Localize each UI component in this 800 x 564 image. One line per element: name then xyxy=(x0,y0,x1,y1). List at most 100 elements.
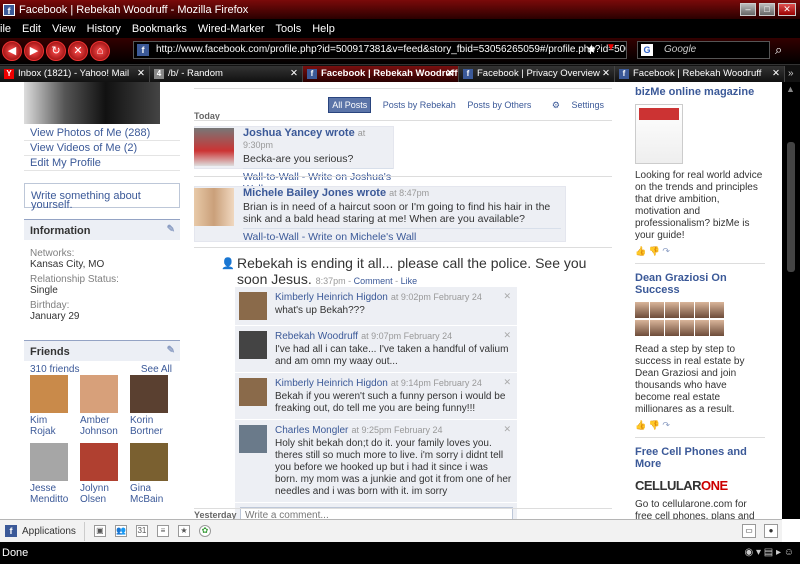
tab-close-icon[interactable]: ✕ xyxy=(290,66,298,82)
friend-last-name[interactable]: Johnson xyxy=(80,426,130,437)
menu-wired-marker[interactable]: Wired-Marker xyxy=(198,23,265,35)
ad-title[interactable]: Free Cell Phones and More xyxy=(635,446,765,470)
tab-facebook-profile-active[interactable]: f Facebook | Rebekah Woodruff ✕ xyxy=(303,66,459,82)
friend-photo[interactable] xyxy=(130,443,168,481)
friend-card[interactable]: Jolynn Olsen xyxy=(80,443,130,511)
tab-yahoo-mail[interactable]: Y Inbox (1821) - Yahoo! Mail ✕ xyxy=(0,66,150,82)
tab-close-icon[interactable]: ✕ xyxy=(772,66,780,82)
tab-facebook-profile-2[interactable]: f Facebook | Rebekah Woodruff ✕ xyxy=(615,66,785,82)
photos-icon[interactable]: ▣ xyxy=(93,525,106,537)
url-bar[interactable]: f http://www.facebook.com/profile.php?id… xyxy=(133,41,627,59)
reload-button[interactable]: ↻ xyxy=(46,41,66,61)
friend-photo[interactable] xyxy=(130,375,168,413)
menu-edit[interactable]: Edit xyxy=(22,23,41,35)
ad-image[interactable] xyxy=(635,104,683,164)
maximize-button[interactable]: □ xyxy=(759,3,775,16)
friend-first-name[interactable]: Gina xyxy=(130,483,180,494)
view-photos-link[interactable]: View Photos of Me (288) xyxy=(24,126,180,141)
networks-link[interactable]: Kansas City, MO xyxy=(30,259,174,270)
search-input[interactable]: G Google xyxy=(637,41,770,59)
filter-all-posts[interactable]: All Posts xyxy=(328,97,372,113)
scroll-up-icon[interactable]: ▲ xyxy=(786,84,795,94)
tab-scroll-icon[interactable]: » xyxy=(788,68,794,79)
friend-photo[interactable] xyxy=(30,375,68,413)
friend-first-name[interactable]: Jesse xyxy=(30,483,80,494)
ad-vote-icons[interactable]: 👍 👎 ↷ xyxy=(635,420,765,431)
star-app-icon[interactable]: ★ xyxy=(177,525,190,537)
menu-tools[interactable]: Tools xyxy=(276,23,302,35)
chat-online-icon[interactable]: ● xyxy=(764,524,778,538)
menu-help[interactable]: Help xyxy=(312,23,335,35)
delete-comment-icon[interactable]: ✕ xyxy=(503,330,511,341)
friend-photo[interactable] xyxy=(30,443,68,481)
menu-view[interactable]: View xyxy=(52,23,76,35)
tab-facebook-privacy[interactable]: f Facebook | Privacy Overview ✕ xyxy=(459,66,615,82)
ad-vote-icons[interactable]: 👍 👎 ↷ xyxy=(635,246,765,257)
bookmark-star-icon[interactable]: ★ xyxy=(586,42,597,56)
edit-pencil-icon[interactable]: ✎ xyxy=(167,345,175,356)
search-icon[interactable]: ⌕ xyxy=(775,42,782,58)
delete-comment-icon[interactable]: ✕ xyxy=(503,377,511,388)
poster-avatar[interactable] xyxy=(194,128,234,166)
stop-button[interactable]: ✕ xyxy=(68,41,88,61)
friend-card[interactable]: Jesse Menditto xyxy=(30,443,80,511)
scrollbar-thumb[interactable] xyxy=(787,142,795,272)
friend-last-name[interactable]: McBain xyxy=(130,494,180,505)
menu-file[interactable]: ile xyxy=(0,23,11,35)
commenter-avatar[interactable] xyxy=(239,425,267,453)
friend-last-name[interactable]: Olsen xyxy=(80,494,130,505)
edit-profile-link[interactable]: Edit My Profile xyxy=(24,156,180,171)
ad-image[interactable] xyxy=(635,302,725,338)
commenter-avatar[interactable] xyxy=(239,378,267,406)
see-all-friends-link[interactable]: See All xyxy=(141,364,172,375)
commenter-avatar[interactable] xyxy=(239,331,267,359)
edit-pencil-icon[interactable]: ✎ xyxy=(167,224,175,235)
cellularone-logo[interactable]: CELLULARONE xyxy=(635,478,765,493)
profile-photo[interactable] xyxy=(24,82,160,124)
applications-button[interactable]: f Applications xyxy=(0,521,85,541)
friend-first-name[interactable]: Amber xyxy=(80,415,130,426)
events-icon[interactable]: 31 xyxy=(135,525,148,537)
like-link[interactable]: Like xyxy=(401,276,418,286)
forward-button[interactable]: ▶ xyxy=(24,41,44,61)
view-videos-link[interactable]: View Videos of Me (2) xyxy=(24,141,180,156)
menu-history[interactable]: History xyxy=(87,23,121,35)
friend-last-name[interactable]: Bortner xyxy=(130,426,180,437)
poster-name[interactable]: Joshua Yancey xyxy=(243,127,322,139)
friend-card[interactable]: Gina McBain xyxy=(130,443,180,511)
minimize-button[interactable]: – xyxy=(740,3,756,16)
commenter-name[interactable]: Charles Mongler xyxy=(275,425,348,436)
friend-first-name[interactable]: Jolynn xyxy=(80,483,130,494)
commenter-avatar[interactable] xyxy=(239,292,267,320)
wall-to-wall-link[interactable]: Wall-to-Wall - Write on Michele's Wall xyxy=(243,228,561,243)
delete-comment-icon[interactable]: ✕ xyxy=(503,424,511,435)
filter-posts-by-owner[interactable]: Posts by Rebekah xyxy=(383,100,456,110)
commenter-name[interactable]: Rebekah Woodruff xyxy=(275,331,358,342)
friends-count-link[interactable]: 310 friends xyxy=(30,364,79,375)
friend-last-name[interactable]: Menditto xyxy=(30,494,80,505)
vertical-scrollbar[interactable]: ▲ xyxy=(782,82,800,519)
back-button[interactable]: ◀ xyxy=(2,41,22,61)
groups-icon[interactable]: 👥 xyxy=(114,525,127,537)
friend-photo[interactable] xyxy=(80,375,118,413)
friend-photo[interactable] xyxy=(80,443,118,481)
delete-comment-icon[interactable]: ✕ xyxy=(503,291,511,302)
friend-card[interactable]: Korin Bortner xyxy=(130,375,180,443)
poster-avatar[interactable] xyxy=(194,188,234,226)
search-engine-icon[interactable]: G xyxy=(641,44,653,56)
tab-close-icon[interactable]: ✕ xyxy=(446,66,454,82)
friend-first-name[interactable]: Korin xyxy=(130,415,180,426)
commenter-name[interactable]: Kimberly Heinrich Higdon xyxy=(275,292,388,303)
feed-settings-link[interactable]: ⚙ Settings xyxy=(543,100,604,110)
monitor-icon[interactable]: ▭ xyxy=(742,524,756,538)
poster-name[interactable]: Michele Bailey Jones xyxy=(243,187,354,199)
friend-card[interactable]: Amber Johnson xyxy=(80,375,130,443)
write-about-yourself[interactable]: Write something about yourself. xyxy=(24,183,180,211)
filter-posts-by-others[interactable]: Posts by Others xyxy=(467,100,531,110)
home-button[interactable]: ⌂ xyxy=(90,41,110,61)
friend-first-name[interactable]: Kim xyxy=(30,415,80,426)
notes-icon[interactable]: ≡ xyxy=(156,525,169,537)
tab-random[interactable]: 4/b/ - Random ✕ xyxy=(150,66,303,82)
url-dropdown-icon[interactable]: ▼ xyxy=(606,42,616,53)
friend-last-name[interactable]: Rojak xyxy=(30,426,80,437)
